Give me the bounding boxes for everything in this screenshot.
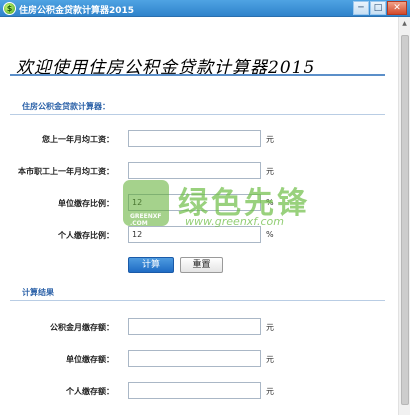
city-avg-salary-label: 本市职工上一年月均工资： (18, 167, 114, 176)
watermark-logo-line2: .COM (130, 220, 148, 227)
personal-rate-input[interactable] (128, 226, 261, 243)
result-section-title: 计算结果 (22, 288, 54, 297)
watermark-url: www.greenxf.com (185, 215, 284, 228)
reset-button[interactable]: 重置 (180, 257, 223, 273)
close-button[interactable]: ✕ (387, 1, 407, 15)
employer-deposit-unit: 元 (266, 355, 274, 364)
maximize-button[interactable]: □ (370, 1, 386, 15)
window-title: 住房公积金贷款计算器2015 (19, 6, 135, 16)
employer-rate-label: 单位缴存比例： (58, 199, 114, 208)
employer-deposit-label: 单位缴存额： (66, 355, 114, 364)
watermark-logo-line1: GREENXF (130, 213, 162, 220)
personal-deposit-output[interactable] (128, 382, 261, 399)
watermark-logo-text: GREENXF .COM (130, 213, 162, 227)
monthly-salary-unit: 元 (266, 135, 274, 144)
title-bar: $ 住房公积金贷款计算器2015 ─ □ ✕ (0, 0, 410, 17)
vertical-scrollbar[interactable]: ▲ (398, 17, 410, 415)
total-deposit-label: 公积金月缴存额： (50, 323, 114, 332)
monthly-salary-input[interactable] (128, 130, 261, 147)
scrollbar-thumb[interactable] (401, 35, 409, 405)
city-avg-salary-input[interactable] (128, 162, 261, 179)
form-section-title: 住房公积金贷款计算器： (22, 102, 110, 111)
city-avg-salary-unit: 元 (266, 167, 274, 176)
main-content: 欢迎使用住房公积金贷款计算器2015 住房公积金贷款计算器： 您上一年月均工资：… (0, 17, 398, 415)
employer-deposit-output[interactable] (128, 350, 261, 367)
personal-rate-label: 个人缴存比例： (58, 231, 114, 240)
form-section-divider (10, 114, 385, 115)
banner-divider (10, 74, 385, 76)
scroll-up-arrow-icon[interactable]: ▲ (399, 17, 410, 31)
calculate-button[interactable]: 计算 (128, 257, 174, 273)
monthly-salary-label: 您上一年月均工资： (42, 135, 114, 144)
total-deposit-output[interactable] (128, 318, 261, 335)
minimize-button[interactable]: ─ (353, 1, 369, 15)
app-icon: $ (3, 2, 16, 15)
personal-deposit-unit: 元 (266, 387, 274, 396)
personal-deposit-label: 个人缴存额： (66, 387, 114, 396)
total-deposit-unit: 元 (266, 323, 274, 332)
personal-rate-unit: % (266, 230, 274, 239)
result-section-divider (10, 300, 385, 301)
